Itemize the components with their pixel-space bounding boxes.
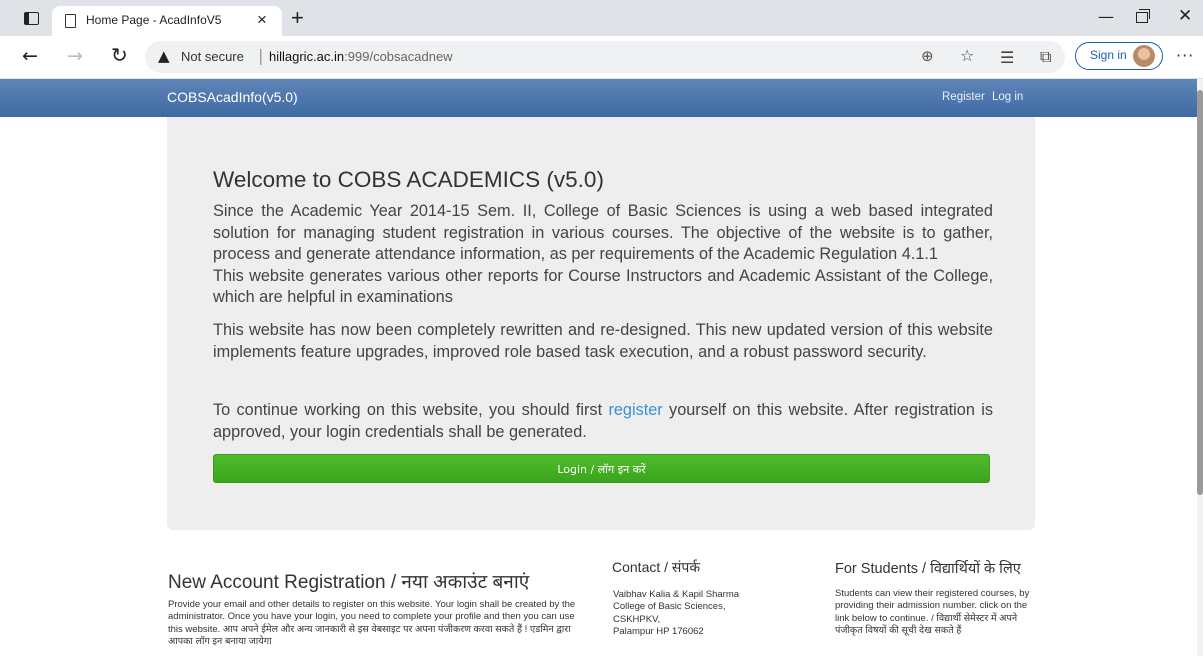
security-label[interactable]: Not secure [181,49,244,64]
brand-link[interactable]: COBSAcadInfo(v5.0) [167,89,298,105]
more-options-icon[interactable]: ··· [1176,46,1194,65]
register-paragraph: To continue working on this website, you… [213,400,993,443]
redesign-paragraph: This website has now been completely rew… [213,321,993,361]
login-button[interactable]: Login / लॉग इन करें [213,454,990,483]
url-host: hillagric.ac.in [269,49,345,64]
address-bar[interactable]: ▲ Not secure | hillagric.ac.in:999/cobsa… [145,41,1065,73]
add-favorite-icon[interactable]: ☆ [960,46,974,65]
url-text[interactable]: hillagric.ac.in:999/cobsacadnew [269,49,453,64]
back-arrow-icon[interactable]: ← [22,45,38,67]
contact-line: Vaibhav Kalia & Kapil Sharma [613,589,740,600]
window-close-icon[interactable]: ✕ [1178,6,1192,26]
avatar [1133,45,1155,67]
forward-arrow-icon[interactable]: → [67,45,83,67]
restore-icon[interactable] [1136,9,1150,23]
zoom-icon[interactable]: ⊕ [921,47,934,65]
sign-in-label: Sign in [1090,48,1127,62]
close-tab-icon[interactable]: × [257,10,267,30]
contact-details: Vaibhav Kalia & Kapil Sharma College of … [613,589,793,638]
registration-heading: New Account Registration / नया अकाउंट बन… [168,572,530,593]
favorites-icon[interactable]: ☰ [1000,48,1014,67]
intro-paragraph: Since the Academic Year 2014-15 Sem. II,… [213,201,993,309]
scrollbar-thumb[interactable] [1197,90,1203,495]
tab-title: Home Page - AcadInfoV5 [86,13,222,27]
warning-icon[interactable]: ▲ [158,47,170,65]
page-icon [65,14,76,28]
minimize-icon[interactable]: — [1098,7,1114,26]
separator: | [258,46,264,65]
contact-line: CSKHPKV, [613,613,661,625]
students-heading: For Students / विद्यार्थियों के लिए [835,561,1021,577]
reload-icon[interactable]: ↻ [111,43,128,67]
collections-icon[interactable]: ⧉ [1040,47,1051,67]
browser-toolbar: ← → ↻ ▲ Not secure | hillagric.ac.in:999… [0,36,1203,79]
site-navbar: COBSAcadInfo(v5.0) Register Log in [0,79,1197,117]
register-link[interactable]: Register [942,91,985,103]
url-path: :999/cobsacadnew [344,49,453,64]
page-title: Welcome to COBS ACADEMICS (v5.0) [213,167,604,192]
intro-text: Since the Academic Year 2014-15 Sem. II,… [213,202,993,264]
contact-line: Palampur HP 176062 [613,625,704,637]
sign-in-button[interactable]: Sign in [1075,42,1163,70]
students-text: Students can view their registered cours… [835,588,1030,636]
register-inline-link[interactable]: register [608,401,662,419]
tab-actions-icon[interactable] [24,12,39,25]
contact-line: College of Basic Sciences, [613,601,726,613]
registration-text: Provide your email and other details to … [168,599,576,647]
new-tab-icon[interactable]: + [291,5,304,31]
register-text-before: To continue working on this website, you… [213,401,609,419]
login-link[interactable]: Log in [992,91,1023,103]
contact-heading: Contact / संपर्क [612,559,701,575]
intro-text-2: This website generates various other rep… [213,266,993,307]
browser-tab[interactable]: Home Page - AcadInfoV5 × [52,6,282,36]
browser-tab-strip: Home Page - AcadInfoV5 × + — ✕ [0,0,1203,36]
